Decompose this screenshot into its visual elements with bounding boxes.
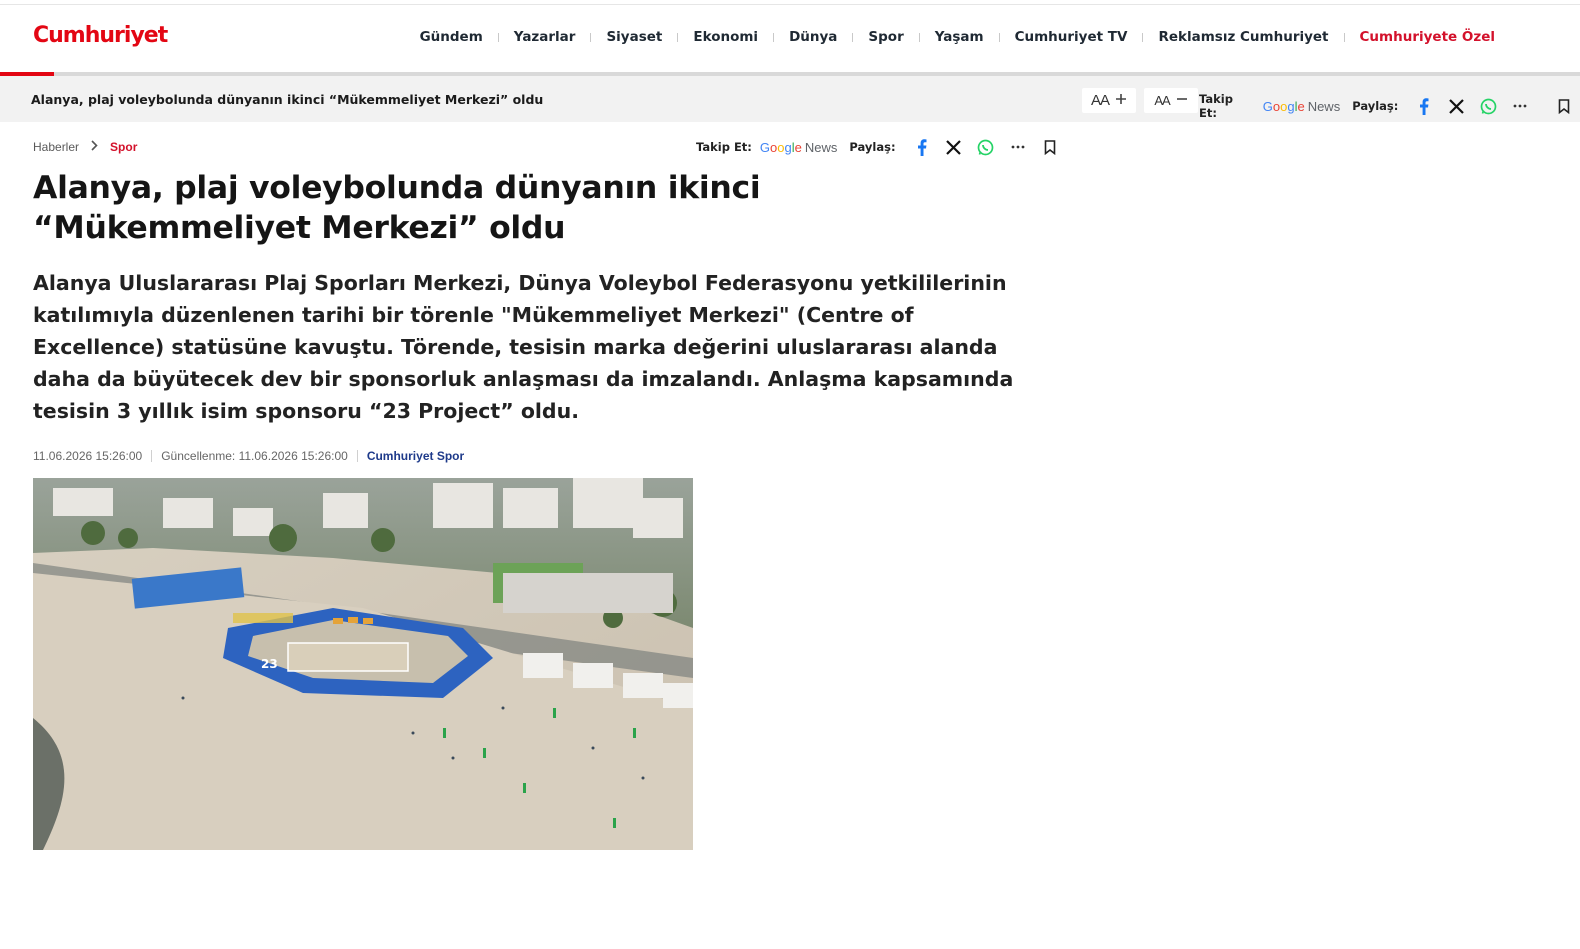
follow-label: Takip Et: (696, 140, 752, 154)
article-meta: 11.06.2026 15:26:00 Güncellenme: 11.06.2… (33, 449, 464, 463)
font-decrease-button[interactable]: AA (1144, 88, 1198, 113)
minus-icon (1176, 93, 1188, 108)
plus-icon (1115, 93, 1127, 108)
facebook-icon[interactable] (1412, 96, 1436, 116)
bookmark-icon[interactable] (1038, 137, 1062, 157)
x-icon[interactable] (1444, 96, 1468, 116)
article-summary: Alanya Uluslararası Plaj Sporları Merkez… (33, 271, 1014, 423)
google-news-link[interactable]: Google News (1263, 99, 1340, 114)
google-news-text: News (1307, 98, 1341, 114)
facebook-icon[interactable] (910, 137, 934, 157)
svg-text:23: 23 (261, 657, 278, 671)
bookmark-icon[interactable] (1552, 96, 1576, 116)
google-news-logo: Google (759, 139, 802, 155)
updated-date: Güncellenme: 11.06.2026 15:26:00 (161, 449, 348, 463)
share-label: Paylaş: (849, 140, 896, 154)
more-icon[interactable] (1508, 96, 1532, 116)
published-date: 11.06.2026 15:26:00 (33, 449, 143, 463)
sticky-article-bar: Alanya, plaj voleybolunda dünyanın ikinc… (0, 76, 1580, 122)
nav-item-yasam[interactable]: Yaşam (920, 29, 999, 45)
breadcrumb: Haberler Spor (33, 140, 137, 154)
whatsapp-icon[interactable] (1476, 96, 1500, 116)
main-nav: Gündem Yazarlar Siyaset Ekonomi Dünya Sp… (405, 29, 1510, 45)
font-increase-button[interactable]: AA (1082, 88, 1136, 113)
nav-item-spor[interactable]: Spor (853, 29, 918, 45)
article-title: Alanya, plaj voleybolunda dünyanın ikinc… (33, 170, 761, 246)
nav-item-ekonomi[interactable]: Ekonomi (678, 29, 773, 45)
author-link[interactable]: Cumhuriyet Spor (367, 449, 464, 463)
nav-item-dunya[interactable]: Dünya (774, 29, 852, 45)
nav-item-cumhuriyet-tv[interactable]: Cumhuriyet TV (1000, 29, 1143, 45)
font-label: AA (1154, 93, 1170, 108)
share-label: Paylaş: (1352, 99, 1399, 113)
sticky-follow-share: Takip Et: Google News Paylaş: (1199, 92, 1580, 120)
breadcrumb-category[interactable]: Spor (110, 140, 137, 154)
google-news-link[interactable]: Google News (760, 140, 837, 155)
font-label: AA (1090, 92, 1110, 109)
site-logo[interactable]: Cumhuriyet (33, 23, 168, 48)
google-news-text: News (804, 139, 838, 155)
nav-item-reklamsiz[interactable]: Reklamsız Cumhuriyet (1143, 29, 1343, 45)
more-icon[interactable] (1006, 137, 1030, 157)
nav-item-gundem[interactable]: Gündem (405, 29, 498, 45)
font-size-controls: AA AA (1082, 88, 1206, 113)
nav-item-siyaset[interactable]: Siyaset (591, 29, 677, 45)
sticky-title: Alanya, plaj voleybolunda dünyanın ikinc… (31, 92, 544, 107)
breadcrumb-home[interactable]: Haberler (33, 140, 79, 154)
google-news-logo: Google (1262, 98, 1305, 114)
meta-separator (356, 450, 358, 462)
article-photo: 23 (33, 478, 693, 850)
article-follow-share: Takip Et: Google News Paylaş: (696, 137, 1066, 157)
site-header: Cumhuriyet Gündem Yazarlar Siyaset Ekono… (0, 5, 1580, 73)
chevron-right-icon (91, 140, 98, 154)
meta-separator (151, 450, 153, 462)
x-icon[interactable] (942, 137, 966, 157)
nav-item-yazarlar[interactable]: Yazarlar (499, 29, 591, 45)
whatsapp-icon[interactable] (974, 137, 998, 157)
follow-label: Takip Et: (1199, 92, 1233, 120)
nav-item-cumhuriyete-ozel[interactable]: Cumhuriyete Özel (1345, 29, 1510, 45)
